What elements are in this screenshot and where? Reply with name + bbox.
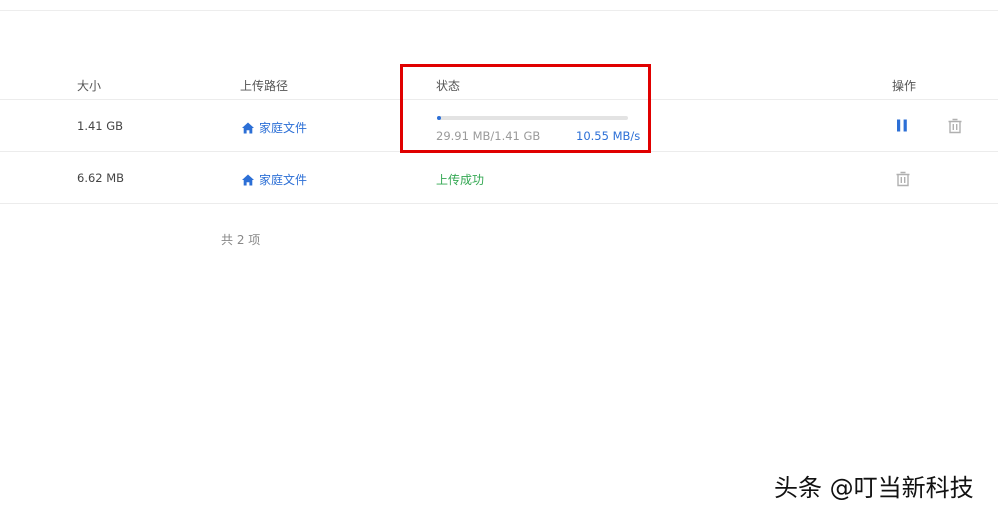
delete-button[interactable]: [946, 117, 964, 135]
total-count: 共 2 项: [221, 233, 261, 247]
home-icon: [242, 122, 254, 133]
table-row: 1.41 GB 家庭文件 29.91 MB/1.41 GB 10.55 MB/s: [0, 100, 998, 152]
upload-path-link[interactable]: 家庭文件: [241, 119, 307, 136]
upload-status: 上传成功: [436, 173, 485, 187]
trash-icon: [948, 118, 962, 134]
column-header-size: 大小: [77, 79, 102, 93]
file-size: 1.41 GB: [77, 119, 124, 133]
delete-button[interactable]: [894, 170, 912, 188]
home-icon: [242, 174, 254, 185]
upload-speed: 10.55 MB/s: [576, 129, 641, 143]
column-header-operations: 操作: [892, 79, 917, 93]
table-header: 大小 上传路径 状态 操作: [0, 62, 998, 100]
pause-button[interactable]: [894, 117, 912, 135]
top-divider: [0, 10, 998, 11]
upload-path-label: 家庭文件: [259, 121, 308, 135]
file-size: 6.62 MB: [77, 171, 125, 185]
upload-progress-fill: [437, 116, 441, 120]
upload-path-link[interactable]: 家庭文件: [241, 171, 307, 188]
upload-progress-bar: [437, 116, 628, 120]
upload-path-label: 家庭文件: [259, 173, 308, 187]
trash-icon: [896, 171, 910, 187]
watermark-text: 头条 @叮当新科技: [774, 474, 974, 502]
column-header-status: 状态: [436, 79, 461, 93]
column-header-path: 上传路径: [240, 79, 289, 93]
pause-icon: [897, 119, 907, 132]
upload-progress-text: 29.91 MB/1.41 GB: [436, 129, 541, 143]
table-row: 6.62 MB 家庭文件 上传成功: [0, 152, 998, 204]
